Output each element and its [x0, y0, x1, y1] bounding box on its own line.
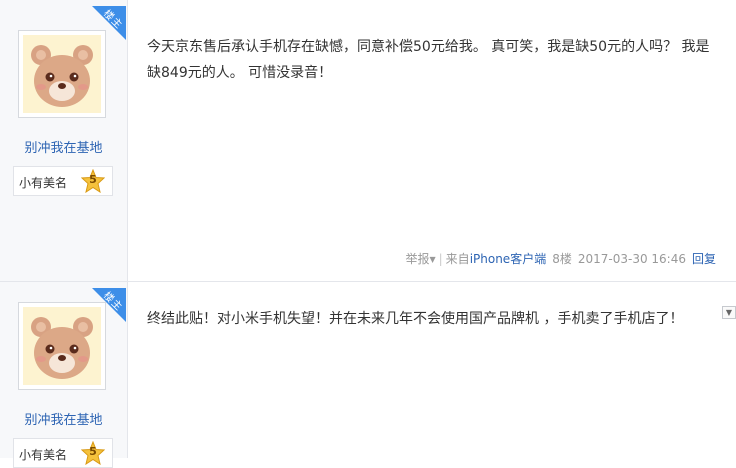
bear-avatar-icon — [23, 35, 101, 113]
avatar[interactable] — [18, 302, 106, 390]
post-content: 今天京东售后承认手机存在缺憾，同意补偿50元给我。 真可笑，我是缺50元的人吗？… — [147, 34, 717, 86]
source-prefix: 来自 — [445, 252, 470, 266]
star-level-icon: 5 — [81, 441, 105, 465]
username-link[interactable]: 别冲我在基地 — [0, 409, 127, 428]
avatar[interactable] — [18, 30, 106, 118]
source-client-link[interactable]: iPhone客户端 — [470, 252, 547, 266]
username-link[interactable]: 别冲我在基地 — [0, 137, 127, 156]
post-content-line: 今天京东售后承认手机存在缺憾，同意补偿50元给我。 真可笑，我是缺50元的人吗？… — [147, 39, 710, 55]
caret-down-icon: ▼ — [725, 308, 733, 317]
level-number: 5 — [89, 173, 97, 186]
level-number: 5 — [89, 445, 97, 458]
author-sidebar: 楼主 别冲我在基地 小有美名 5 — [0, 282, 128, 468]
caret-down-icon: ▼ — [429, 255, 436, 264]
star-level-icon: 5 — [81, 169, 105, 193]
post-content-line: 终结此贴！对小米手机失望！并在未来几年不会使用国产品牌机 ，手机卖了手机店了！ — [147, 311, 684, 327]
reply-link[interactable]: 回复 — [692, 252, 716, 266]
bear-avatar-icon — [23, 307, 101, 385]
post-tail: 举报▼ | 来自iPhone客户端 8楼 2017-03-30 16:46 回复 — [405, 250, 716, 267]
post-menu-dropdown[interactable]: ▼ — [722, 306, 736, 319]
divider: | — [438, 252, 443, 266]
post-floor-next: 楼主 别冲我在基地 小有美名 5 终结此贴！对小米手机失望！并在未来几年不会使用… — [0, 282, 736, 468]
level-badge[interactable]: 小有美名 5 — [13, 166, 113, 196]
floor-number: 8楼 — [552, 252, 572, 266]
post-content: 终结此贴！对小米手机失望！并在未来几年不会使用国产品牌机 ，手机卖了手机店了！ — [147, 306, 717, 332]
post-content-line: 缺849元的人。 可惜没录音！ — [147, 65, 333, 81]
level-badge[interactable]: 小有美名 5 — [13, 438, 113, 468]
level-name: 小有美名 — [19, 448, 68, 462]
report-button[interactable]: 举报▼ — [405, 252, 435, 266]
post-floor-8: 楼主 别冲我在基地 小有美名 5 今天京东售后承认手机存在缺憾，同意补偿50元给… — [0, 0, 736, 282]
level-name: 小有美名 — [19, 176, 68, 190]
author-sidebar: 楼主 别冲我在基地 小有美名 5 — [0, 0, 128, 282]
post-timestamp: 2017-03-30 16:46 — [577, 252, 686, 266]
report-label: 举报 — [405, 252, 430, 266]
